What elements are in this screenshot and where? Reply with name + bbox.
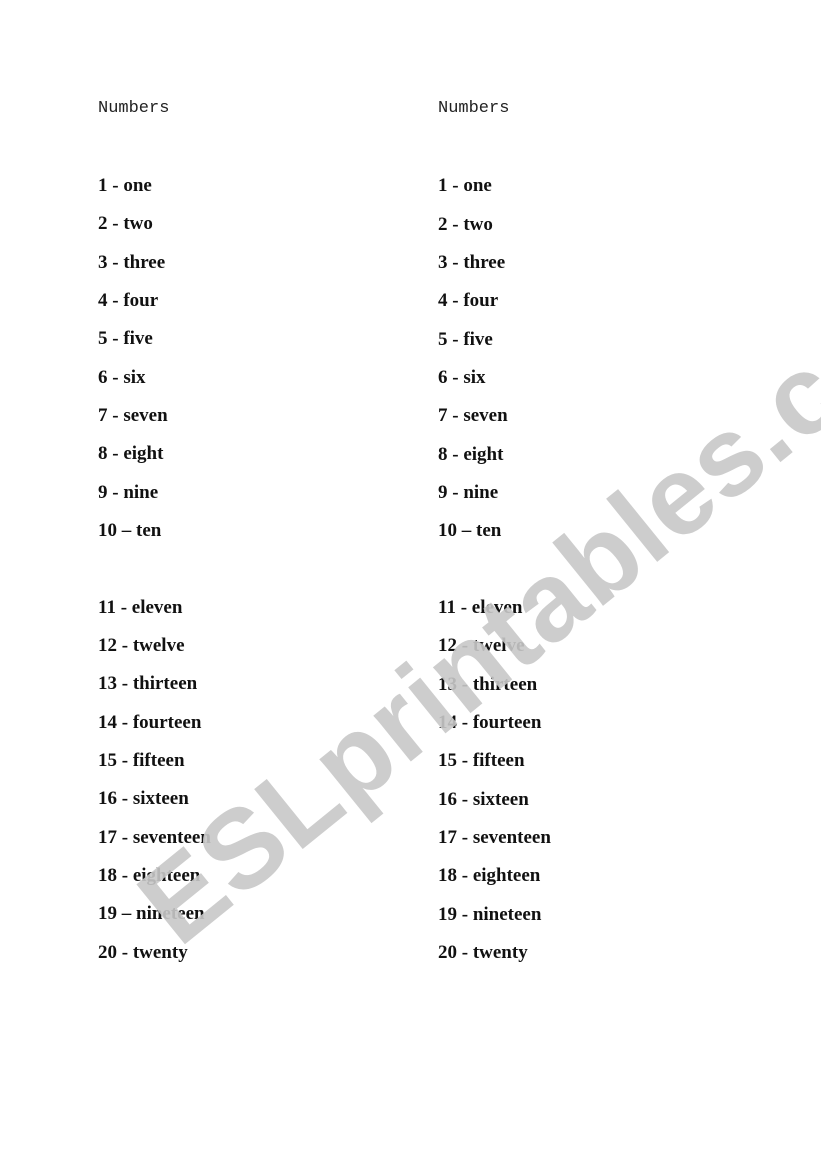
list-item: 15 - fifteen (98, 750, 185, 771)
list-item: 3 - three (438, 252, 506, 273)
list-item: 9 - nine (438, 482, 499, 503)
list-item: 19 – nineteen (98, 903, 205, 924)
list-item: 11 - eleven (98, 597, 183, 618)
list-item: 2 - two (438, 214, 493, 235)
list-item: 13 - thirteen (98, 673, 198, 694)
list-item: 14 - fourteen (438, 712, 542, 733)
list-item: 17 - seventeen (438, 827, 551, 848)
list-item: 16 - sixteen (98, 788, 189, 809)
list-item: 8 - eight (438, 444, 504, 465)
list-item: 7 - seven (438, 405, 508, 426)
column-title: Numbers (98, 99, 170, 118)
list-item: 7 - seven (98, 405, 168, 426)
list-item: 14 - fourteen (98, 712, 202, 733)
list-item: 5 - five (438, 329, 493, 350)
list-item: 6 - six (98, 367, 146, 388)
list-item: 20 - twenty (438, 942, 528, 963)
list-item: 3 - three (98, 252, 166, 273)
list-item: 20 - twenty (98, 942, 188, 963)
list-item: 1 - one (98, 175, 152, 196)
list-item: 9 - nine (98, 482, 159, 503)
list-item: 4 - four (98, 290, 159, 311)
list-item: 1 - one (438, 175, 492, 196)
list-item: 4 - four (438, 290, 499, 311)
list-item: 16 - sixteen (438, 789, 529, 810)
list-item: 8 - eight (98, 443, 164, 464)
list-item: 6 - six (438, 367, 486, 388)
list-item: 12 - twelve (438, 635, 525, 656)
list-item: 10 – ten (438, 520, 502, 541)
column-title: Numbers (438, 99, 510, 118)
list-item: 11 - eleven (438, 597, 523, 618)
list-item: 17 - seventeen (98, 827, 211, 848)
list-item: 19 - nineteen (438, 904, 542, 925)
list-item: 12 - twelve (98, 635, 185, 656)
list-item: 13 - thirteen (438, 674, 538, 695)
list-item: 10 – ten (98, 520, 162, 541)
list-item: 2 - two (98, 213, 153, 234)
list-item: 18 - eighteen (98, 865, 201, 886)
list-item: 18 - eighteen (438, 865, 541, 886)
list-item: 15 - fifteen (438, 750, 525, 771)
list-item: 5 - five (98, 328, 153, 349)
